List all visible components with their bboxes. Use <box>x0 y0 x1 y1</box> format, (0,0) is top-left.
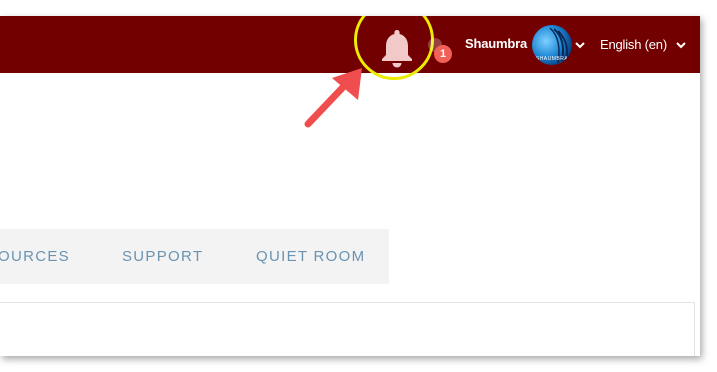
chevron-down-icon[interactable] <box>676 40 686 50</box>
pointer-arrow-icon <box>304 68 362 128</box>
language-selector[interactable]: English (en) <box>600 37 667 52</box>
main-menu: OURCES SUPPORT QUIET ROOM <box>0 229 389 284</box>
user-name[interactable]: Shaumbra <box>465 36 527 51</box>
menu-item-support[interactable]: SUPPORT <box>122 248 203 265</box>
chevron-down-icon[interactable] <box>575 40 585 50</box>
notification-count-badge[interactable]: 1 <box>434 45 452 63</box>
avatar[interactable]: SHAUMBRA <box>532 25 572 65</box>
content-panel <box>0 302 695 356</box>
avatar-caption: SHAUMBRA <box>535 56 569 62</box>
top-navigation-bar: 1 Shaumbra SHAUMBRA English (en) <box>0 16 700 80</box>
menu-item-quiet-room[interactable]: QUIET ROOM <box>256 248 365 265</box>
bell-icon[interactable] <box>379 28 415 68</box>
menu-item-resources[interactable]: OURCES <box>0 248 70 265</box>
